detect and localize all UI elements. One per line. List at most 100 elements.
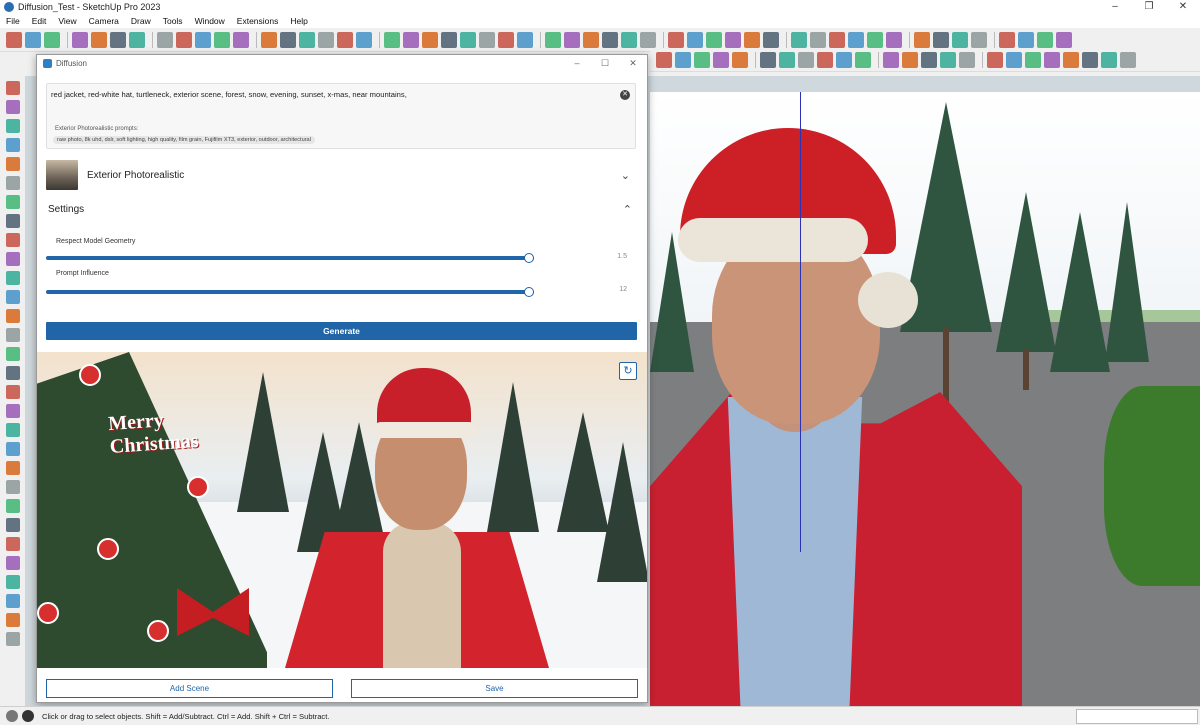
left-tool-icon[interactable] (6, 119, 20, 133)
toolbar-tool-icon[interactable] (640, 31, 656, 48)
minimize-button[interactable]: – (1098, 0, 1132, 14)
toolbar-tool-icon[interactable] (763, 31, 779, 48)
toolbar-tool-icon[interactable] (883, 51, 899, 68)
left-tool-icon[interactable] (6, 594, 20, 608)
toolbar-tool-icon[interactable] (713, 51, 729, 68)
toolbar-tool-icon[interactable] (479, 31, 495, 48)
maximize-button[interactable]: ❐ (1132, 0, 1166, 14)
slider-geometry-track[interactable] (46, 256, 534, 260)
toolbar-tool-icon[interactable] (280, 31, 296, 48)
left-tool-icon[interactable] (6, 100, 20, 114)
toolbar-tool-icon[interactable] (848, 31, 864, 48)
close-button[interactable]: ✕ (1166, 0, 1200, 14)
toolbar-tool-icon[interactable] (810, 31, 826, 48)
save-button[interactable]: Save (351, 679, 638, 698)
toolbar-tool-icon[interactable] (214, 31, 230, 48)
slider-influence-track[interactable] (46, 290, 534, 294)
toolbar-tool-icon[interactable] (337, 31, 353, 48)
left-tool-icon[interactable] (6, 347, 20, 361)
toolbar-tool-icon[interactable] (668, 31, 684, 48)
toolbar-tool-icon[interactable] (675, 51, 691, 68)
slider-geometry-thumb[interactable] (524, 253, 535, 263)
toolbar-tool-icon[interactable] (1120, 51, 1136, 68)
left-tool-icon[interactable] (6, 271, 20, 285)
menu-window[interactable]: Window (195, 16, 225, 26)
toolbar-tool-icon[interactable] (914, 31, 930, 48)
toolbar-tool-icon[interactable] (299, 31, 315, 48)
toolbar-tool-icon[interactable] (694, 51, 710, 68)
prompt-input[interactable]: red jacket, red-white hat, turtleneck, e… (46, 83, 636, 149)
menu-draw[interactable]: Draw (131, 16, 151, 26)
toolbar-tool-icon[interactable] (1025, 51, 1041, 68)
left-tool-icon[interactable] (6, 632, 20, 646)
toolbar-tool-icon[interactable] (25, 31, 41, 48)
toolbar-tool-icon[interactable] (157, 31, 173, 48)
toolbar-tool-icon[interactable] (498, 31, 514, 48)
toolbar-tool-icon[interactable] (403, 31, 419, 48)
left-tool-icon[interactable] (6, 518, 20, 532)
user-icon[interactable] (22, 710, 34, 722)
toolbar-tool-icon[interactable] (6, 31, 22, 48)
toolbar-tool-icon[interactable] (1018, 31, 1034, 48)
left-tool-icon[interactable] (6, 556, 20, 570)
toolbar-tool-icon[interactable] (921, 51, 937, 68)
clear-prompt-icon[interactable]: ✕ (620, 90, 630, 100)
toolbar-tool-icon[interactable] (940, 51, 956, 68)
toolbar-tool-icon[interactable] (356, 31, 372, 48)
toolbar-tool-icon[interactable] (195, 31, 211, 48)
toolbar-tool-icon[interactable] (422, 31, 438, 48)
toolbar-tool-icon[interactable] (732, 51, 748, 68)
toolbar-tool-icon[interactable] (176, 31, 192, 48)
toolbar-tool-icon[interactable] (971, 31, 987, 48)
toolbar-tool-icon[interactable] (836, 51, 852, 68)
settings-toggle[interactable]: Settings ⌃ (48, 201, 636, 217)
left-tool-icon[interactable] (6, 499, 20, 513)
toolbar-tool-icon[interactable] (999, 31, 1015, 48)
toolbar-tool-icon[interactable] (656, 51, 672, 68)
toolbar-tool-icon[interactable] (706, 31, 722, 48)
left-tool-icon[interactable] (6, 385, 20, 399)
toolbar-tool-icon[interactable] (564, 31, 580, 48)
left-tool-icon[interactable] (6, 404, 20, 418)
toolbar-tool-icon[interactable] (791, 31, 807, 48)
left-tool-icon[interactable] (6, 233, 20, 247)
left-tool-icon[interactable] (6, 423, 20, 437)
toolbar-tool-icon[interactable] (1063, 51, 1079, 68)
toolbar-tool-icon[interactable] (855, 51, 871, 68)
toolbar-tool-icon[interactable] (441, 31, 457, 48)
menu-help[interactable]: Help (290, 16, 307, 26)
left-tool-icon[interactable] (6, 442, 20, 456)
left-tool-icon[interactable] (6, 309, 20, 323)
toolbar-tool-icon[interactable] (952, 31, 968, 48)
toolbar-tool-icon[interactable] (44, 31, 60, 48)
left-tool-icon[interactable] (6, 157, 20, 171)
toolbar-tool-icon[interactable] (91, 31, 107, 48)
toolbar-tool-icon[interactable] (517, 31, 533, 48)
left-tool-icon[interactable] (6, 366, 20, 380)
toolbar-tool-icon[interactable] (583, 31, 599, 48)
left-tool-icon[interactable] (6, 290, 20, 304)
left-tool-icon[interactable] (6, 575, 20, 589)
left-tool-icon[interactable] (6, 138, 20, 152)
left-tool-icon[interactable] (6, 537, 20, 551)
toolbar-tool-icon[interactable] (886, 31, 902, 48)
toolbar-tool-icon[interactable] (760, 51, 776, 68)
toolbar-tool-icon[interactable] (1101, 51, 1117, 68)
model-scene[interactable] (650, 92, 1200, 706)
toolbar-tool-icon[interactable] (261, 31, 277, 48)
info-icon[interactable] (6, 710, 18, 722)
toolbar-tool-icon[interactable] (779, 51, 795, 68)
left-tool-icon[interactable] (6, 81, 20, 95)
toolbar-tool-icon[interactable] (933, 31, 949, 48)
toolbar-tool-icon[interactable] (829, 31, 845, 48)
toolbar-tool-icon[interactable] (902, 51, 918, 68)
dialog-close-button[interactable]: ✕ (619, 58, 647, 69)
toolbar-tool-icon[interactable] (725, 31, 741, 48)
toolbar-tool-icon[interactable] (687, 31, 703, 48)
toolbar-tool-icon[interactable] (744, 31, 760, 48)
toolbar-tool-icon[interactable] (1006, 51, 1022, 68)
menu-edit[interactable]: Edit (32, 16, 47, 26)
style-selector[interactable]: Exterior Photorealistic ⌄ (46, 159, 636, 191)
toolbar-tool-icon[interactable] (233, 31, 249, 48)
left-tool-icon[interactable] (6, 461, 20, 475)
